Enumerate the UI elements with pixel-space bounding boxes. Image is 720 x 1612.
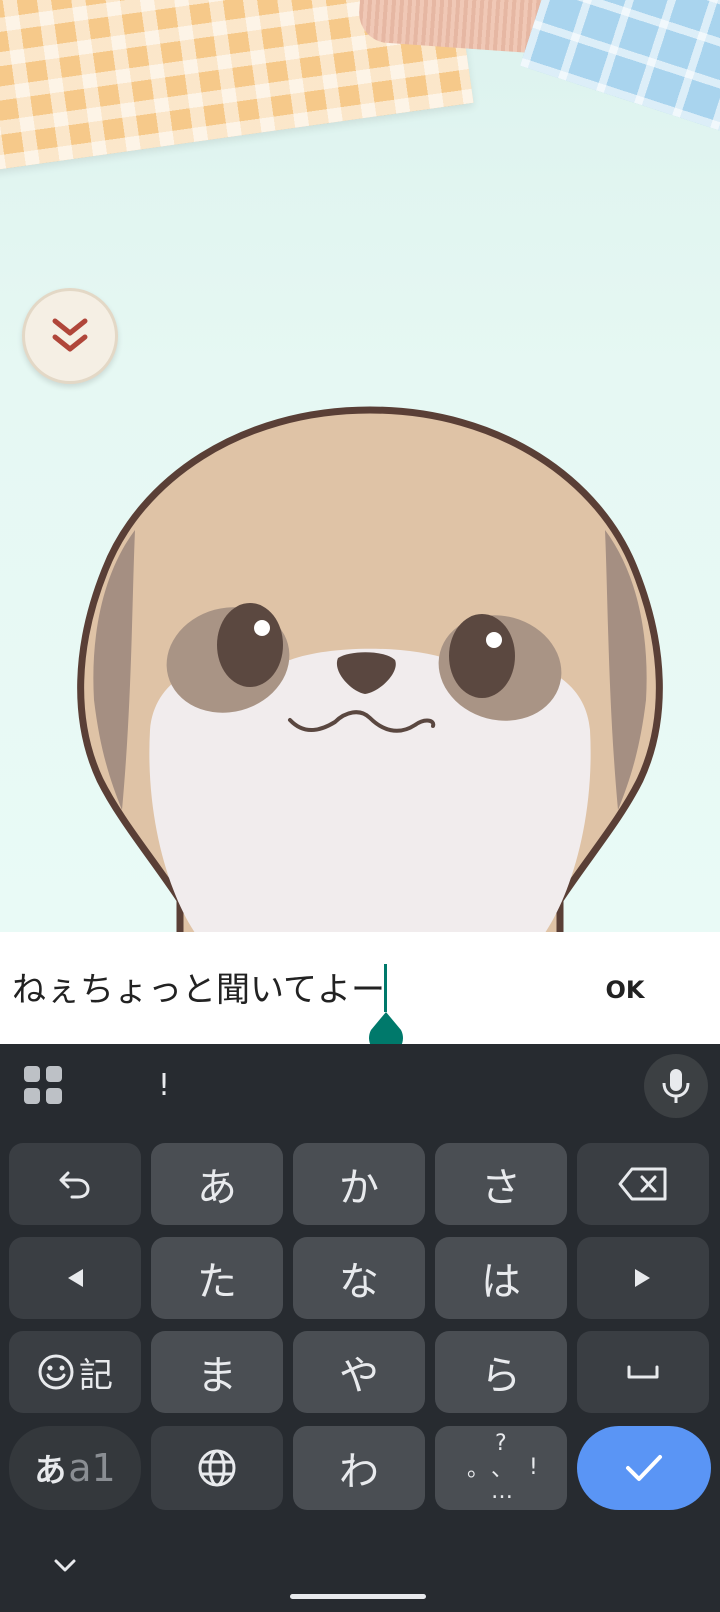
punct-comma: 、 — [491, 1457, 514, 1482]
enter-key[interactable] — [577, 1426, 711, 1510]
punct-ellipsis: … — [491, 1479, 513, 1504]
message-input[interactable]: ねぇちょっと聞いてよー — [12, 962, 385, 1018]
mic-icon — [662, 1069, 690, 1103]
game-scene — [0, 0, 720, 932]
globe-icon — [198, 1449, 236, 1487]
checkered-cloth-right — [520, 0, 720, 147]
key-ka[interactable]: か — [293, 1143, 425, 1225]
punct-period: 。 — [467, 1457, 490, 1482]
backspace-icon — [618, 1167, 667, 1201]
cursor-right-key[interactable] — [577, 1237, 709, 1319]
check-icon — [626, 1455, 662, 1481]
triangle-right-icon — [635, 1269, 650, 1287]
emoji-symbol-key[interactable]: 記 — [9, 1331, 141, 1413]
key-a[interactable]: あ — [151, 1143, 283, 1225]
key-ya[interactable]: や — [293, 1331, 425, 1413]
space-icon — [627, 1365, 659, 1379]
double-chevron-down-icon — [52, 318, 88, 352]
collapse-button[interactable] — [22, 288, 118, 384]
undo-key[interactable] — [9, 1143, 141, 1225]
key-ha[interactable]: は — [435, 1237, 567, 1319]
mode-kana-label: あ — [34, 1451, 67, 1489]
key-ma[interactable]: ま — [151, 1331, 283, 1413]
apps-grid-icon[interactable] — [22, 1064, 64, 1106]
mode-alnum-label: a1 — [68, 1446, 116, 1490]
smiley-icon — [38, 1354, 74, 1390]
backspace-key[interactable] — [577, 1143, 709, 1225]
key-na[interactable]: な — [293, 1237, 425, 1319]
ok-button[interactable]: OK — [590, 968, 660, 1012]
key-wa[interactable]: わ — [293, 1426, 425, 1510]
otter-character — [77, 406, 663, 932]
punct-question: ? — [495, 1431, 507, 1456]
space-key[interactable] — [577, 1331, 709, 1413]
emoji-key-label: 記 — [79, 1355, 113, 1396]
punctuation-key[interactable]: ? 。 、 ! … — [435, 1426, 567, 1510]
punct-exclaim: ! — [529, 1455, 538, 1480]
text-cursor — [384, 964, 387, 1012]
key-ta[interactable]: た — [151, 1237, 283, 1319]
key-ra[interactable]: ら — [435, 1331, 567, 1413]
suggestion-item[interactable]: ! — [158, 1066, 170, 1106]
triangle-left-icon — [68, 1269, 83, 1287]
punctuation-grid: ? 。 、 ! … — [451, 1433, 551, 1503]
hide-keyboard-chevron-icon[interactable] — [50, 1556, 80, 1576]
keyboard-toolbar — [0, 1044, 720, 1142]
home-indicator[interactable] — [290, 1594, 426, 1599]
key-sa[interactable]: さ — [435, 1143, 567, 1225]
mic-button[interactable] — [644, 1054, 708, 1118]
language-key[interactable] — [151, 1426, 283, 1510]
cursor-left-key[interactable] — [9, 1237, 141, 1319]
undo-icon — [59, 1171, 90, 1199]
input-mode-key[interactable]: あ a1 — [9, 1426, 141, 1510]
